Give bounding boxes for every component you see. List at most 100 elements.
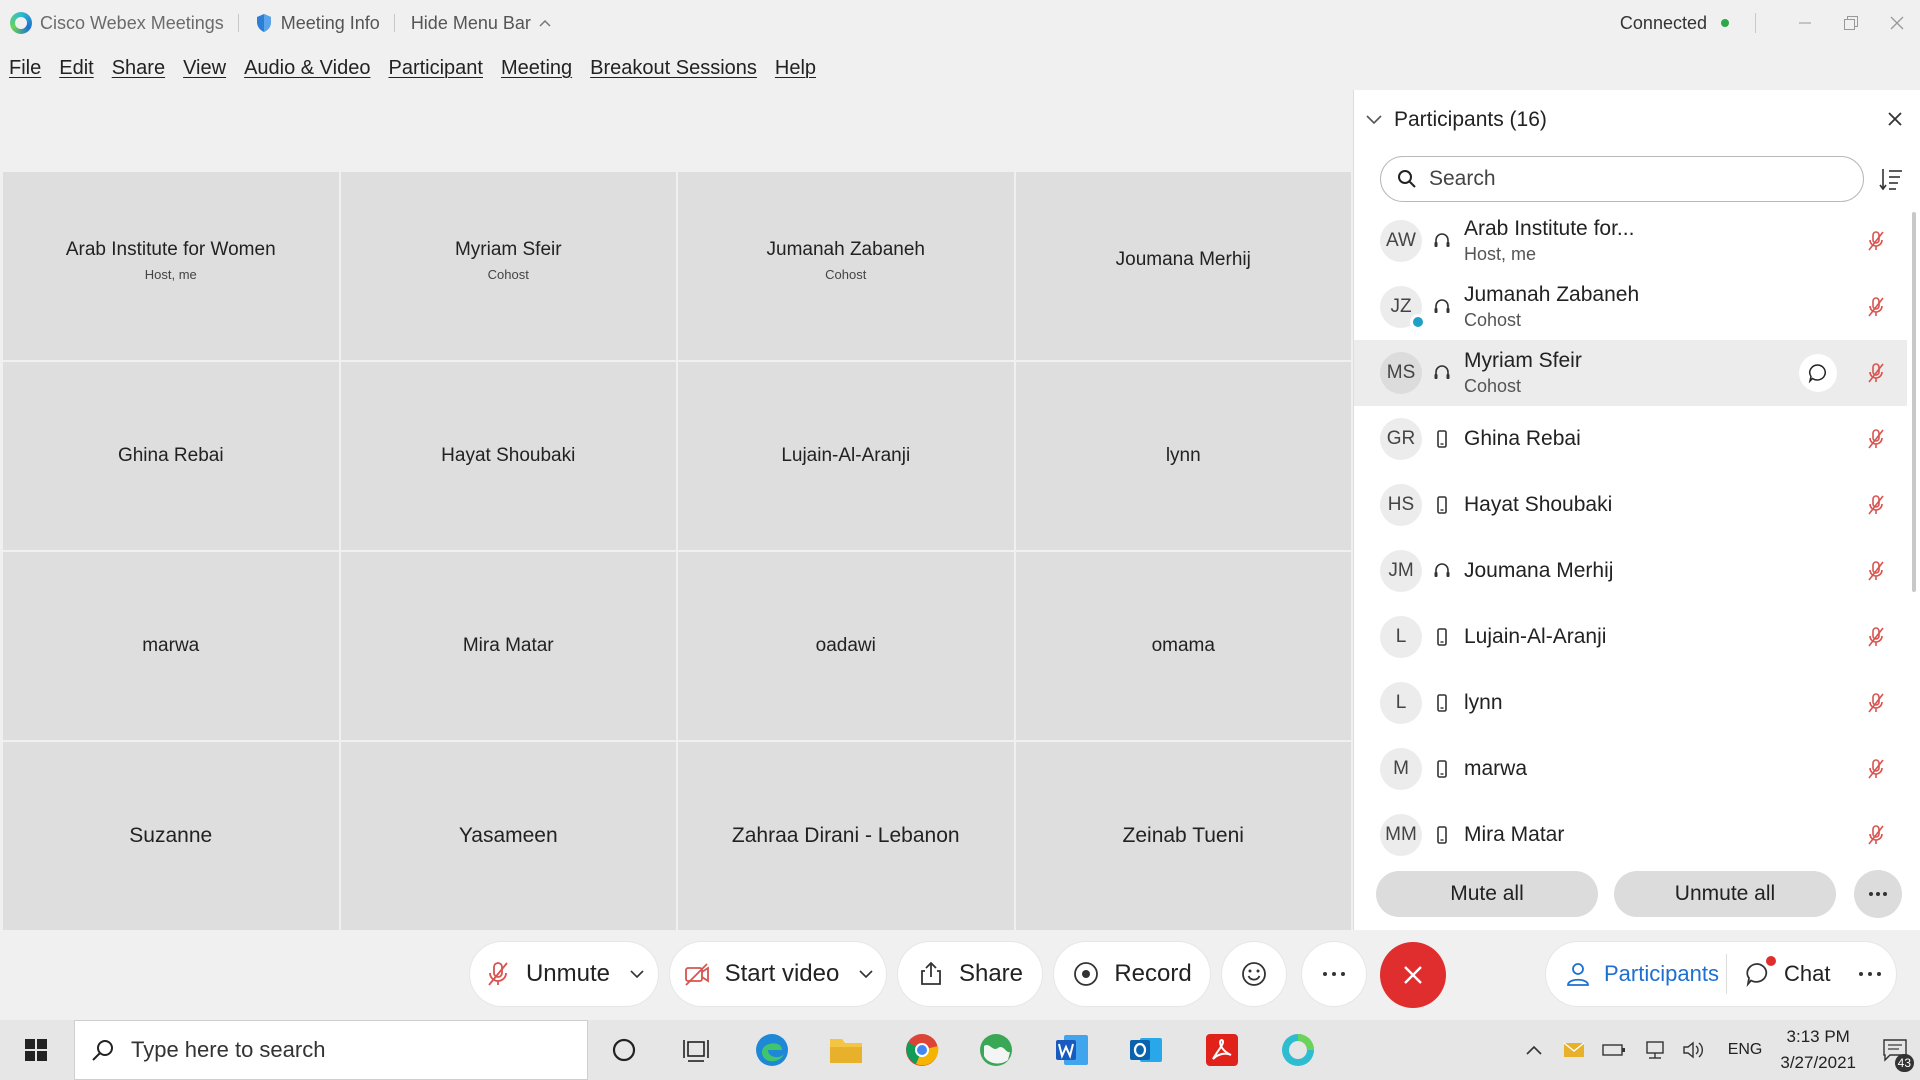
chat-toggle-label: Chat	[1784, 961, 1831, 986]
panel-scrollbar[interactable]	[1912, 212, 1916, 592]
video-tile[interactable]: Suzanne	[3, 742, 339, 930]
video-tile[interactable]: Mira Matar	[340, 552, 676, 740]
menu-meeting[interactable]: Meeting	[501, 57, 572, 80]
muted-mic-icon[interactable]	[1865, 824, 1887, 846]
muted-mic-icon[interactable]	[1865, 428, 1887, 450]
close-panel-icon[interactable]	[1884, 108, 1906, 130]
participant-row[interactable]: GR Ghina Rebai	[1354, 406, 1907, 472]
chevron-down-icon[interactable]	[630, 969, 644, 979]
participant-row-selected[interactable]: MS Myriam Sfeir Cohost	[1354, 340, 1907, 406]
input-language[interactable]: ENG	[1728, 1041, 1763, 1059]
participant-row[interactable]: JZ Jumanah Zabaneh Cohost	[1354, 274, 1907, 340]
show-hidden-icons-button[interactable]	[1520, 1036, 1548, 1064]
menu-participant[interactable]: Participant	[388, 57, 483, 80]
muted-mic-icon[interactable]	[1865, 230, 1887, 252]
video-tile[interactable]: omama	[1015, 552, 1351, 740]
taskbar-search[interactable]: Type here to search	[74, 1020, 588, 1080]
edge-app[interactable]	[752, 1030, 792, 1070]
muted-mic-icon[interactable]	[1865, 494, 1887, 516]
participant-row[interactable]: L Lujain-Al-Aranji	[1354, 604, 1907, 670]
video-tile[interactable]: Arab Institute for Women Host, me	[3, 172, 339, 360]
sort-icon[interactable]	[1878, 166, 1904, 192]
search-icon	[92, 1040, 113, 1061]
headset-icon	[1434, 233, 1450, 247]
participant-search-input[interactable]	[1429, 167, 1829, 191]
clock[interactable]: 3:13 PM 3/27/2021	[1780, 1024, 1856, 1076]
end-meeting-button[interactable]	[1380, 942, 1446, 1008]
reactions-button[interactable]	[1222, 942, 1286, 1006]
participant-row[interactable]: JM Joumana Merhij	[1354, 538, 1907, 604]
video-tile[interactable]: Myriam Sfeir Cohost	[340, 172, 676, 360]
video-tile[interactable]: Ghina Rebai	[3, 362, 339, 550]
chat-toggle-button[interactable]: Chat	[1744, 942, 1830, 1006]
unmute-button[interactable]: Unmute	[470, 942, 658, 1006]
start-video-button[interactable]: Start video	[670, 942, 886, 1006]
search-icon	[1398, 170, 1416, 188]
chat-with-participant-button[interactable]	[1799, 354, 1837, 392]
menu-file[interactable]: File	[9, 57, 41, 80]
muted-mic-icon[interactable]	[1865, 692, 1887, 714]
action-center-button[interactable]: 43	[1870, 1020, 1920, 1080]
mute-all-button[interactable]: Mute all	[1376, 871, 1598, 917]
file-explorer-app[interactable]	[826, 1030, 866, 1070]
menu-breakout-sessions[interactable]: Breakout Sessions	[590, 57, 757, 80]
more-options-button[interactable]	[1302, 942, 1366, 1006]
chrome-icon	[906, 1034, 939, 1066]
muted-mic-icon[interactable]	[1865, 296, 1887, 318]
video-tile[interactable]: Zahraa Dirani - Lebanon	[678, 742, 1014, 930]
menu-view[interactable]: View	[183, 57, 226, 80]
restore-button[interactable]	[1828, 0, 1874, 46]
chevron-down-icon[interactable]	[1366, 115, 1382, 125]
volume-tray-button[interactable]	[1680, 1036, 1708, 1064]
participants-toggle-button[interactable]: Participants	[1564, 942, 1719, 1006]
participant-row[interactable]: HS Hayat Shoubaki	[1354, 472, 1907, 538]
chevron-down-icon[interactable]	[859, 969, 873, 979]
menu-help[interactable]: Help	[775, 57, 816, 80]
video-tile[interactable]: oadawi	[678, 552, 1014, 740]
menu-edit[interactable]: Edit	[59, 57, 93, 80]
record-button[interactable]: Record	[1054, 942, 1210, 1006]
participant-role: Cohost	[1464, 310, 1522, 330]
more-panels-button[interactable]	[1858, 942, 1882, 1006]
muted-mic-icon[interactable]	[1865, 362, 1887, 384]
participants-panel: Participants (16) AW Arab Institute for.…	[1353, 90, 1920, 930]
muted-mic-icon[interactable]	[1865, 560, 1887, 582]
muted-mic-icon[interactable]	[1865, 758, 1887, 780]
mail-tray-button[interactable]	[1560, 1036, 1588, 1064]
hide-menu-bar-button[interactable]: Hide Menu Bar	[411, 13, 551, 34]
battery-tray-button[interactable]	[1600, 1036, 1628, 1064]
participant-row[interactable]: AW Arab Institute for... Host, me	[1354, 208, 1907, 274]
video-tile[interactable]: Lujain-Al-Aranji	[678, 362, 1014, 550]
menu-share[interactable]: Share	[112, 57, 165, 80]
minimize-button[interactable]	[1782, 0, 1828, 46]
panel-more-button[interactable]	[1854, 870, 1902, 918]
participant-row[interactable]: M marwa	[1354, 736, 1907, 802]
video-tile[interactable]: Joumana Merhij	[1015, 172, 1351, 360]
video-tile[interactable]: Hayat Shoubaki	[340, 362, 676, 550]
maps-app[interactable]	[976, 1030, 1016, 1070]
unmute-all-button[interactable]: Unmute all	[1614, 871, 1836, 917]
video-tile[interactable]: Zeinab Tueni	[1015, 742, 1351, 930]
network-tray-button[interactable]	[1640, 1036, 1668, 1064]
acrobat-app[interactable]	[1202, 1030, 1242, 1070]
video-tile[interactable]: Yasameen	[340, 742, 676, 930]
close-window-button[interactable]	[1874, 0, 1920, 46]
video-tile[interactable]: marwa	[3, 552, 339, 740]
meeting-info-button[interactable]: Meeting Info	[255, 13, 380, 34]
cortana-button[interactable]	[604, 1030, 644, 1070]
webex-app[interactable]	[1278, 1030, 1318, 1070]
participant-row[interactable]: L lynn	[1354, 670, 1907, 736]
participant-row[interactable]: MM Mira Matar	[1354, 802, 1907, 862]
chrome-app[interactable]	[902, 1030, 942, 1070]
share-button[interactable]: Share	[898, 942, 1042, 1006]
avatar: MS	[1380, 352, 1422, 394]
word-app[interactable]	[1052, 1030, 1092, 1070]
muted-mic-icon[interactable]	[1865, 626, 1887, 648]
task-view-button[interactable]	[676, 1030, 716, 1070]
start-button[interactable]	[0, 1020, 72, 1080]
menu-audio-video[interactable]: Audio & Video	[244, 57, 370, 80]
outlook-app[interactable]	[1126, 1030, 1166, 1070]
participant-name: Hayat Shoubaki	[1464, 493, 1613, 516]
video-tile[interactable]: Jumanah Zabaneh Cohost	[678, 172, 1014, 360]
video-tile[interactable]: lynn	[1015, 362, 1351, 550]
